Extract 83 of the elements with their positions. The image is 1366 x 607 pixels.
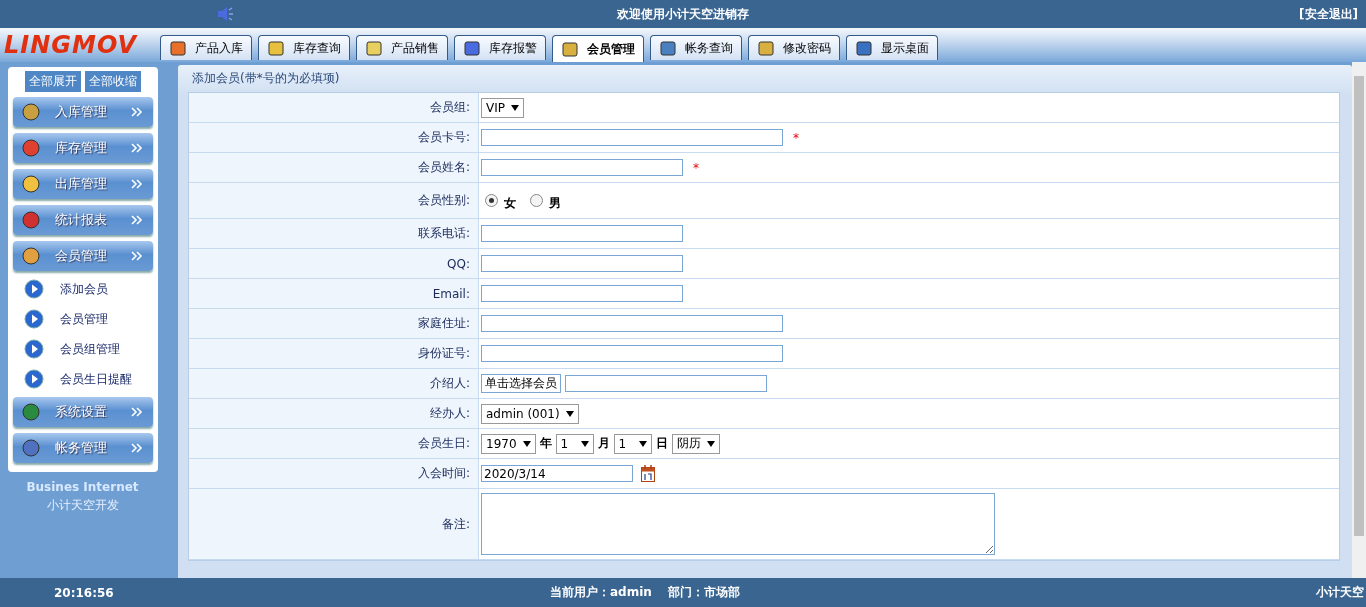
dropdown[interactable]: 1 (555, 433, 594, 454)
chevron-icon (130, 178, 143, 190)
input-field[interactable] (481, 255, 683, 272)
credit-text: 小计天空 (1316, 584, 1364, 601)
input-field[interactable] (481, 159, 683, 176)
tab[interactable]: 会员管理 (552, 35, 644, 62)
expand-button[interactable]: 全部收缩 (84, 71, 141, 92)
field-label: 会员卡号: (417, 129, 470, 146)
submenu-item[interactable]: 会员管理 (23, 304, 158, 334)
field-label: 会员姓名: (417, 159, 470, 176)
field-label: 备注: (441, 515, 470, 533)
required-mark: * (793, 130, 799, 145)
radio-label: 男 (549, 194, 561, 212)
input-field[interactable] (481, 345, 783, 362)
field-label: 联系电话: (417, 225, 470, 242)
caret-icon (638, 440, 647, 447)
caret-icon (706, 440, 715, 447)
dropdown[interactable]: 1970 (481, 433, 536, 454)
current-user: 当前用户：admin (550, 584, 652, 601)
play-icon (23, 279, 44, 299)
tab[interactable]: 库存报警 (454, 35, 546, 60)
notes-field[interactable] (481, 493, 995, 555)
field-label: 家庭住址: (417, 315, 470, 332)
unit-label: 年 (539, 435, 552, 452)
field-label: Email: (432, 286, 470, 301)
submenu-item[interactable]: 添加会员 (23, 274, 158, 304)
chevron-icon (130, 142, 143, 154)
play-icon (23, 339, 44, 359)
field-label: 介绍人: (429, 375, 470, 392)
tab[interactable]: 库存查询 (258, 35, 350, 60)
required-mark: * (693, 160, 699, 175)
radio-button[interactable] (485, 194, 498, 207)
footer-subtitle: 小计天空开发 (46, 497, 119, 514)
submenu-item[interactable]: 会员生日提醒 (23, 364, 158, 394)
chevron-icon (130, 406, 143, 418)
form-title: 添加会员(带*号的为必填项) (191, 70, 341, 87)
chevron-icon (130, 442, 143, 454)
radio-label: 女 (504, 194, 516, 212)
logout-link[interactable]: [安全退出] (1299, 5, 1358, 23)
submenu-item[interactable]: 会员组管理 (23, 334, 158, 364)
dropdown[interactable]: VIP (481, 97, 524, 118)
chevron-icon (130, 106, 143, 118)
tab[interactable]: 产品入库 (160, 35, 252, 60)
chevron-icon (130, 250, 143, 262)
chevron-icon (130, 214, 143, 226)
expand-button[interactable]: 全部展开 (24, 71, 81, 92)
footer-title: Busines Internet (26, 480, 139, 494)
tab[interactable]: 修改密码 (748, 35, 840, 60)
caret-icon (565, 410, 574, 417)
play-icon (23, 369, 44, 389)
department: 部门：市场部 (667, 584, 740, 601)
tab[interactable]: 帐务查询 (650, 35, 742, 60)
caret-icon (511, 104, 519, 111)
unit-label: 月 (597, 435, 610, 452)
dropdown[interactable]: admin (001) (481, 403, 579, 424)
window-title: 欢迎使用小计天空进销存 (617, 5, 749, 23)
field-label: 会员生日: (417, 435, 470, 452)
dropdown[interactable]: 阴历 (671, 433, 720, 454)
field-label: QQ: (447, 256, 470, 271)
select-member-button[interactable]: 单击选择会员 (481, 374, 561, 393)
scrollbar[interactable] (1352, 62, 1366, 578)
calendar-icon[interactable] (641, 465, 655, 482)
input-field[interactable] (481, 315, 783, 332)
input-field[interactable] (481, 129, 783, 146)
input-field[interactable] (481, 225, 683, 242)
input-field[interactable] (565, 375, 767, 392)
tab[interactable]: 显示桌面 (846, 35, 938, 60)
input-field[interactable] (481, 285, 683, 302)
caret-icon (580, 440, 589, 447)
caret-icon (522, 440, 531, 447)
date-field[interactable]: 2020/3/14 (481, 465, 633, 482)
play-icon (23, 309, 44, 329)
tab[interactable]: 产品销售 (356, 35, 448, 60)
logo: LINGMOV (3, 31, 139, 59)
clock: 20:16:56 (54, 585, 115, 600)
field-label: 会员组: (429, 99, 470, 116)
unit-label: 日 (655, 435, 668, 452)
field-label: 入会时间: (417, 465, 470, 482)
radio-button[interactable] (530, 194, 543, 207)
field-label: 会员性别: (417, 192, 470, 209)
dropdown[interactable]: 1 (613, 433, 652, 454)
field-label: 经办人: (429, 405, 470, 422)
field-label: 身份证号: (417, 345, 470, 362)
